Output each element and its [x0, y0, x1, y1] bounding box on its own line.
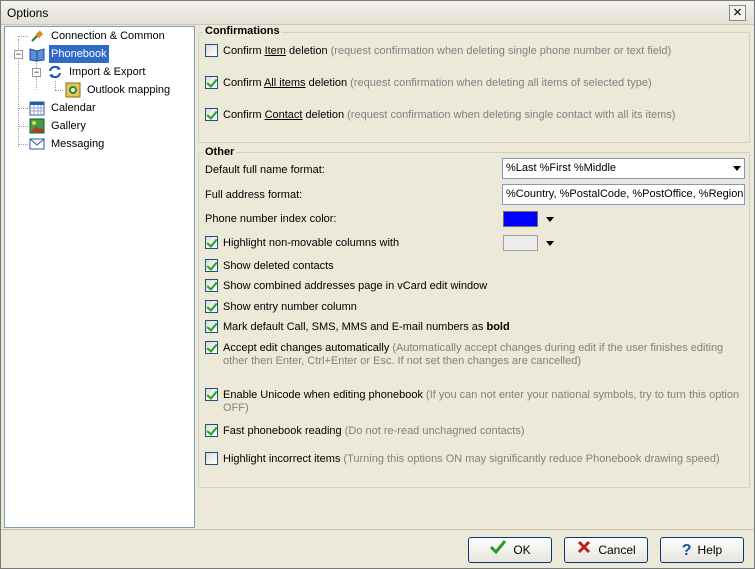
tree-line	[55, 90, 63, 91]
mark-default-numbers-checkbox[interactable]	[205, 320, 218, 333]
tree-item-messaging[interactable]: Messaging	[29, 135, 106, 153]
collapse-phonebook-toggle[interactable]: −	[14, 50, 23, 59]
phonebook-icon	[29, 46, 45, 62]
enable-unicode-checkbox[interactable]	[205, 388, 218, 401]
sync-arrows-icon	[47, 64, 63, 80]
ok-button-label: OK	[513, 543, 531, 557]
options-tree[interactable]: − − Connection & Common Phonebook Import…	[4, 26, 195, 528]
options-dialog: Options ✕ − − Connection & Common Phoneb…	[0, 0, 755, 569]
full-name-format-label: Default full name format:	[205, 164, 325, 176]
outlook-icon	[65, 82, 81, 98]
tree-item-label: Connection & Common	[51, 30, 165, 42]
highlight-incorrect-items-label: Highlight incorrect items (Turning this …	[223, 453, 720, 465]
show-deleted-contacts-label: Show deleted contacts	[223, 260, 334, 272]
plug-icon	[29, 28, 45, 44]
title-bar[interactable]: Options ✕	[1, 1, 754, 25]
chevron-down-icon	[733, 166, 741, 171]
tree-item-gallery[interactable]: Gallery	[29, 117, 88, 135]
full-name-format-value: %Last %First %Middle	[506, 162, 617, 174]
tree-item-label: Phonebook	[49, 45, 109, 63]
tree-line	[18, 144, 28, 145]
tree-item-label: Gallery	[51, 120, 86, 132]
confirm-contact-deletion-label: Confirm Contact deletion (request confir…	[223, 109, 676, 121]
envelope-icon	[29, 136, 45, 152]
accept-edit-changes-checkbox[interactable]	[205, 341, 218, 354]
show-combined-addresses-checkbox[interactable]	[205, 279, 218, 292]
confirm-contact-deletion-checkbox[interactable]	[205, 108, 218, 121]
tree-line	[55, 81, 56, 90]
confirm-all-items-deletion-label: Confirm All items deletion (request conf…	[223, 77, 652, 89]
other-title: Other	[203, 146, 237, 158]
tree-item-label: Messaging	[51, 138, 105, 150]
full-name-format-select[interactable]: %Last %First %Middle	[502, 158, 745, 179]
highlight-incorrect-items-checkbox[interactable]	[205, 452, 218, 465]
confirm-item-deletion-checkbox[interactable]	[205, 44, 218, 57]
tree-item-outlook-mapping[interactable]: Outlook mapping	[65, 81, 172, 99]
confirmations-title: Confirmations	[203, 25, 282, 37]
help-button[interactable]: ? Help	[660, 537, 744, 563]
highlight-non-movable-label: Highlight non-movable columns with	[223, 237, 400, 249]
show-deleted-contacts-checkbox[interactable]	[205, 259, 218, 272]
x-mark-icon	[576, 539, 592, 563]
button-bar-separator	[1, 529, 754, 530]
window-title: Options	[7, 6, 49, 20]
tree-item-label: Import & Export	[69, 66, 146, 78]
tree-item-phonebook[interactable]: Phonebook	[29, 45, 109, 63]
tree-item-label: Calendar	[51, 102, 96, 114]
tree-line	[18, 108, 28, 109]
full-address-format-label: Full address format:	[205, 189, 303, 201]
tree-line	[18, 36, 28, 37]
fast-phonebook-reading-checkbox[interactable]	[205, 424, 218, 437]
show-entry-number-label: Show entry number column	[223, 301, 357, 313]
checkmark-icon	[489, 539, 507, 563]
tree-item-calendar[interactable]: Calendar	[29, 99, 98, 117]
highlight-non-movable-checkbox[interactable]	[205, 236, 218, 249]
highlight-color-swatch[interactable]	[503, 235, 538, 251]
phone-number-index-color-label: Phone number index color:	[205, 213, 337, 225]
tree-line	[18, 126, 28, 127]
tree-item-connection-common[interactable]: Connection & Common	[29, 27, 167, 45]
cancel-button[interactable]: Cancel	[564, 537, 648, 563]
question-mark-icon: ?	[681, 541, 692, 559]
accept-edit-changes-label: Accept edit changes automatically (Autom…	[223, 342, 724, 367]
tree-item-label: Outlook mapping	[87, 84, 171, 96]
collapse-import-export-toggle[interactable]: −	[32, 68, 41, 77]
chevron-down-icon[interactable]	[546, 217, 554, 222]
confirm-item-deletion-label: Confirm Item deletion (request confirmat…	[223, 45, 672, 57]
fast-phonebook-reading-label: Fast phonebook reading (Do not re-read u…	[223, 425, 525, 437]
chevron-down-icon[interactable]	[546, 241, 554, 246]
ok-button[interactable]: OK	[468, 537, 552, 563]
close-icon: ✕	[732, 7, 743, 19]
close-button[interactable]: ✕	[729, 5, 746, 21]
tree-item-import-export[interactable]: Import & Export	[47, 63, 147, 81]
show-entry-number-checkbox[interactable]	[205, 300, 218, 313]
gallery-icon	[29, 118, 45, 134]
phone-number-color-swatch[interactable]	[503, 211, 538, 227]
mark-default-numbers-label: Mark default Call, SMS, MMS and E-mail n…	[223, 321, 510, 333]
enable-unicode-label: Enable Unicode when editing phonebook (I…	[223, 389, 740, 414]
full-address-format-input[interactable]: %Country, %PostalCode, %PostOffice, %Reg…	[502, 184, 745, 205]
confirm-all-items-deletion-checkbox[interactable]	[205, 76, 218, 89]
calendar-icon	[29, 100, 45, 116]
cancel-button-label: Cancel	[598, 543, 636, 557]
help-button-label: Help	[697, 543, 723, 557]
show-combined-addresses-label: Show combined addresses page in vCard ed…	[223, 280, 488, 292]
